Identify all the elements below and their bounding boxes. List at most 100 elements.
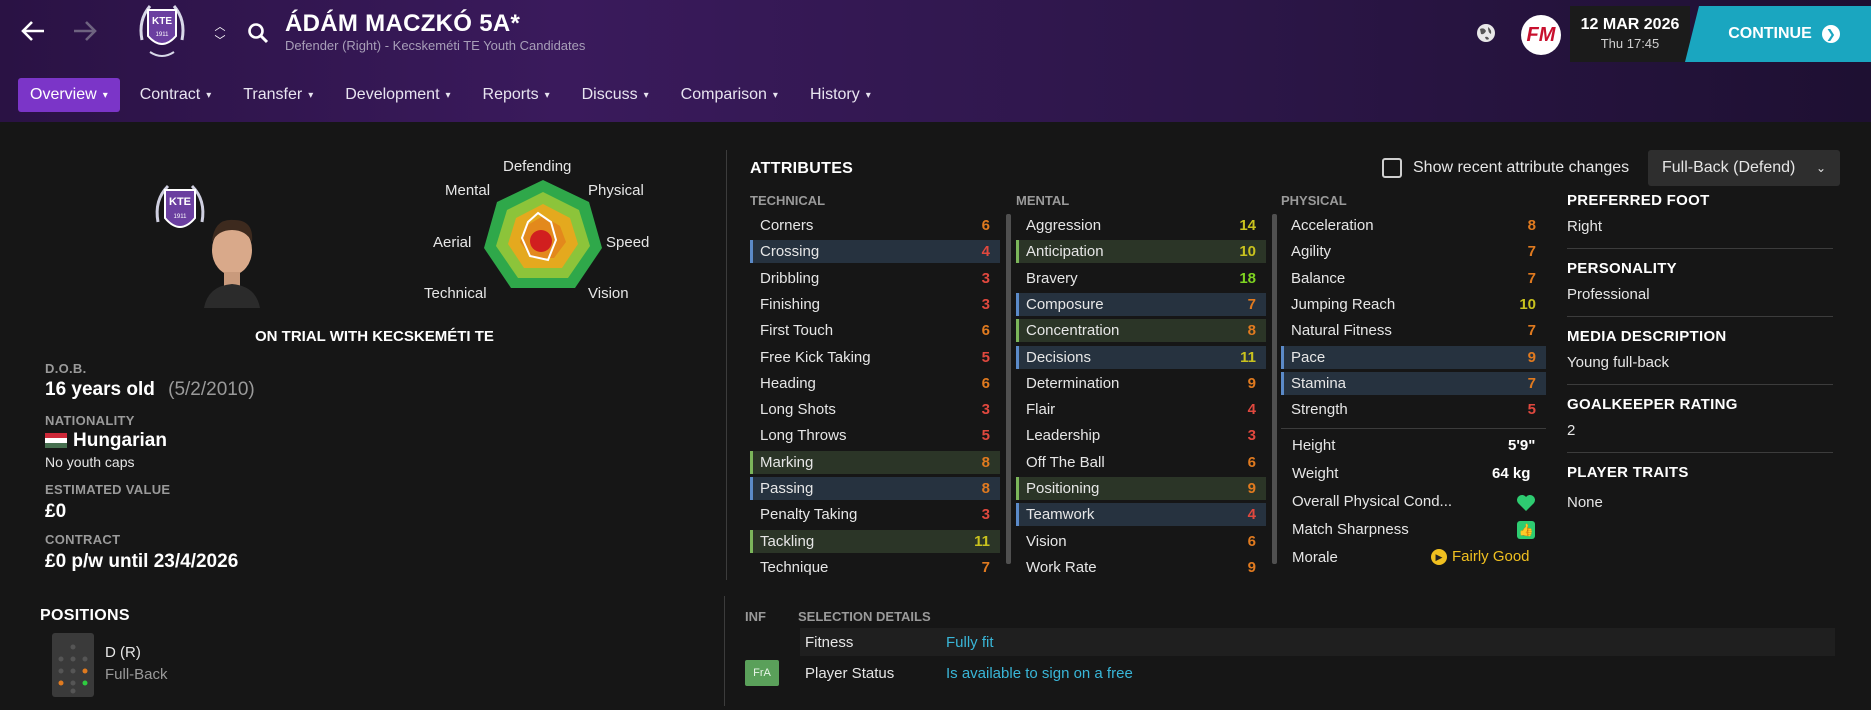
attribute-row-bravery[interactable]: Bravery 18: [1016, 267, 1266, 290]
attribute-row-natural-fitness[interactable]: Natural Fitness 7: [1281, 319, 1546, 342]
player-status-row: Player Status Is available to sign on a …: [800, 659, 1835, 687]
attribute-row-vision[interactable]: Vision 6: [1016, 530, 1266, 553]
attribute-row-first-touch[interactable]: First Touch 6: [750, 319, 1000, 342]
attribute-row-teamwork[interactable]: Teamwork 4: [1016, 503, 1266, 527]
attribute-row-finishing[interactable]: Finishing 3: [750, 293, 1000, 316]
attribute-row-agility[interactable]: Agility 7: [1281, 240, 1546, 263]
back-arrow-icon[interactable]: [20, 16, 46, 50]
attribute-row-pace[interactable]: Pace 9: [1281, 345, 1546, 369]
attribute-name: Composure: [1026, 295, 1104, 313]
attribute-row-off-the-ball[interactable]: Off The Ball 6: [1016, 451, 1266, 474]
tab-contract[interactable]: Contract ▾: [128, 78, 224, 112]
fm-logo-icon[interactable]: FM: [1521, 15, 1561, 55]
attribute-row-penalty-taking[interactable]: Penalty Taking 3: [750, 503, 1000, 526]
attribute-row-aggression[interactable]: Aggression 14: [1016, 214, 1266, 237]
attribute-row-strength[interactable]: Strength 5: [1281, 398, 1546, 421]
tab-transfer[interactable]: Transfer ▾: [231, 78, 325, 112]
tab-discuss[interactable]: Discuss ▾: [570, 78, 661, 112]
attribute-name: Corners: [760, 217, 814, 234]
attribute-row-corners[interactable]: Corners 6: [750, 214, 1000, 237]
player-switch-arrows[interactable]: ︿ ﹀: [212, 20, 228, 48]
attribute-name: Flair: [1026, 401, 1056, 419]
attribute-row-heading[interactable]: Heading 6: [750, 372, 1000, 395]
morale-value[interactable]: Fairly Good: [1452, 548, 1530, 565]
attribute-value: 4: [1247, 401, 1256, 419]
attribute-name: Crossing: [760, 243, 820, 261]
chevron-up-icon[interactable]: ︿: [212, 20, 228, 34]
attribute-row-long-shots[interactable]: Long Shots 3: [750, 398, 1000, 421]
attribute-row-anticipation[interactable]: Anticipation 10: [1016, 240, 1266, 264]
attribute-value: 8: [981, 480, 990, 497]
condition-label: Overall Physical Cond...: [1292, 493, 1453, 510]
heart-icon[interactable]: [1516, 494, 1536, 517]
attribute-row-long-throws[interactable]: Long Throws 5: [750, 424, 1000, 447]
tab-overview[interactable]: Overview ▾: [18, 78, 120, 112]
attribute-row-technique[interactable]: Technique 7: [750, 556, 1000, 579]
attribute-name: Natural Fitness: [1291, 322, 1392, 340]
attribute-name: Work Rate: [1026, 558, 1097, 576]
attribute-row-marking[interactable]: Marking 8: [750, 450, 1000, 474]
preferred-foot-value: Right: [1567, 218, 1603, 235]
attribute-row-flair[interactable]: Flair 4: [1016, 398, 1266, 421]
tab-development[interactable]: Development ▾: [333, 78, 462, 112]
tab-comparison[interactable]: Comparison ▾: [669, 78, 790, 112]
status-value[interactable]: Is available to sign on a free: [946, 665, 1133, 682]
continue-button[interactable]: CONTINUE ❯: [1685, 6, 1871, 62]
radar-label-speed: Speed: [606, 234, 650, 251]
trial-status[interactable]: ON TRIAL WITH KECSKEMÉTI TE: [255, 328, 494, 345]
search-icon[interactable]: [247, 22, 269, 49]
role-dropdown[interactable]: Full-Back (Defend) ⌄: [1648, 150, 1840, 186]
attribute-row-positioning[interactable]: Positioning 9: [1016, 477, 1266, 500]
attribute-name: Concentration: [1026, 322, 1120, 340]
attribute-row-crossing[interactable]: Crossing 4: [750, 240, 1000, 264]
attribute-row-dribbling[interactable]: Dribbling 3: [750, 267, 1000, 290]
hungary-flag-icon: [45, 433, 67, 448]
tab-history[interactable]: History ▾: [798, 78, 883, 112]
fitness-value[interactable]: Fully fit: [946, 634, 994, 651]
attribute-row-jumping-reach[interactable]: Jumping Reach 10: [1281, 293, 1546, 316]
show-changes-label[interactable]: Show recent attribute changes: [1413, 159, 1629, 177]
chevron-down-icon: ▾: [865, 89, 871, 101]
attribute-row-decisions[interactable]: Decisions 11: [1016, 345, 1266, 369]
attribute-row-tackling[interactable]: Tackling 11: [750, 529, 1000, 553]
attribute-value: 10: [1239, 243, 1256, 261]
chevron-down-icon[interactable]: ﹀: [212, 34, 228, 48]
attribute-row-composure[interactable]: Composure 7: [1016, 292, 1266, 316]
attribute-value: 7: [1527, 269, 1536, 287]
technical-heading: TECHNICAL: [750, 193, 826, 208]
attribute-row-free-kick-taking[interactable]: Free Kick Taking 5: [750, 346, 1000, 369]
globe-icon[interactable]: [1474, 21, 1498, 45]
attribute-name: Dribbling: [760, 269, 820, 287]
attribute-row-stamina[interactable]: Stamina 7: [1281, 371, 1546, 395]
attribute-name: Marking: [760, 453, 814, 471]
attribute-row-passing[interactable]: Passing 8: [750, 477, 1000, 500]
attribute-name: Anticipation: [1026, 243, 1104, 261]
tab-reports[interactable]: Reports ▾: [471, 78, 562, 112]
youth-caps: No youth caps: [45, 454, 135, 470]
gk-rating-value: 2: [1567, 422, 1576, 439]
nationality-value[interactable]: Hungarian: [73, 430, 167, 452]
attribute-name: Decisions: [1026, 348, 1092, 366]
attribute-value: 3: [981, 506, 990, 524]
attribute-row-acceleration[interactable]: Acceleration 8: [1281, 214, 1546, 237]
traits-value: None: [1567, 494, 1603, 511]
attribute-row-leadership[interactable]: Leadership 3: [1016, 424, 1266, 447]
attribute-value: 6: [1247, 532, 1256, 550]
mental-scrollbar[interactable]: [1272, 214, 1277, 564]
attribute-row-determination[interactable]: Determination 9: [1016, 372, 1266, 395]
contract-label: CONTRACT: [45, 532, 121, 547]
gk-rating-label: GOALKEEPER RATING: [1567, 396, 1738, 413]
club-badge-icon: KTE 1911: [136, 2, 188, 64]
thumbs-up-icon[interactable]: 👍: [1517, 521, 1535, 539]
divider: [726, 150, 727, 580]
forward-arrow-icon[interactable]: [72, 16, 98, 50]
dob-label: D.O.B.: [45, 361, 87, 376]
player-subtitle[interactable]: Defender (Right) - Kecskeméti TE Youth C…: [285, 38, 585, 53]
attribute-row-concentration[interactable]: Concentration 8: [1016, 319, 1266, 343]
attributes-title: ATTRIBUTES: [750, 160, 854, 177]
attribute-row-work-rate[interactable]: Work Rate 9: [1016, 556, 1266, 579]
show-changes-checkbox[interactable]: [1382, 158, 1402, 178]
attribute-row-balance[interactable]: Balance 7: [1281, 267, 1546, 290]
attribute-value: 3: [1247, 427, 1256, 445]
technical-scrollbar[interactable]: [1006, 214, 1011, 564]
